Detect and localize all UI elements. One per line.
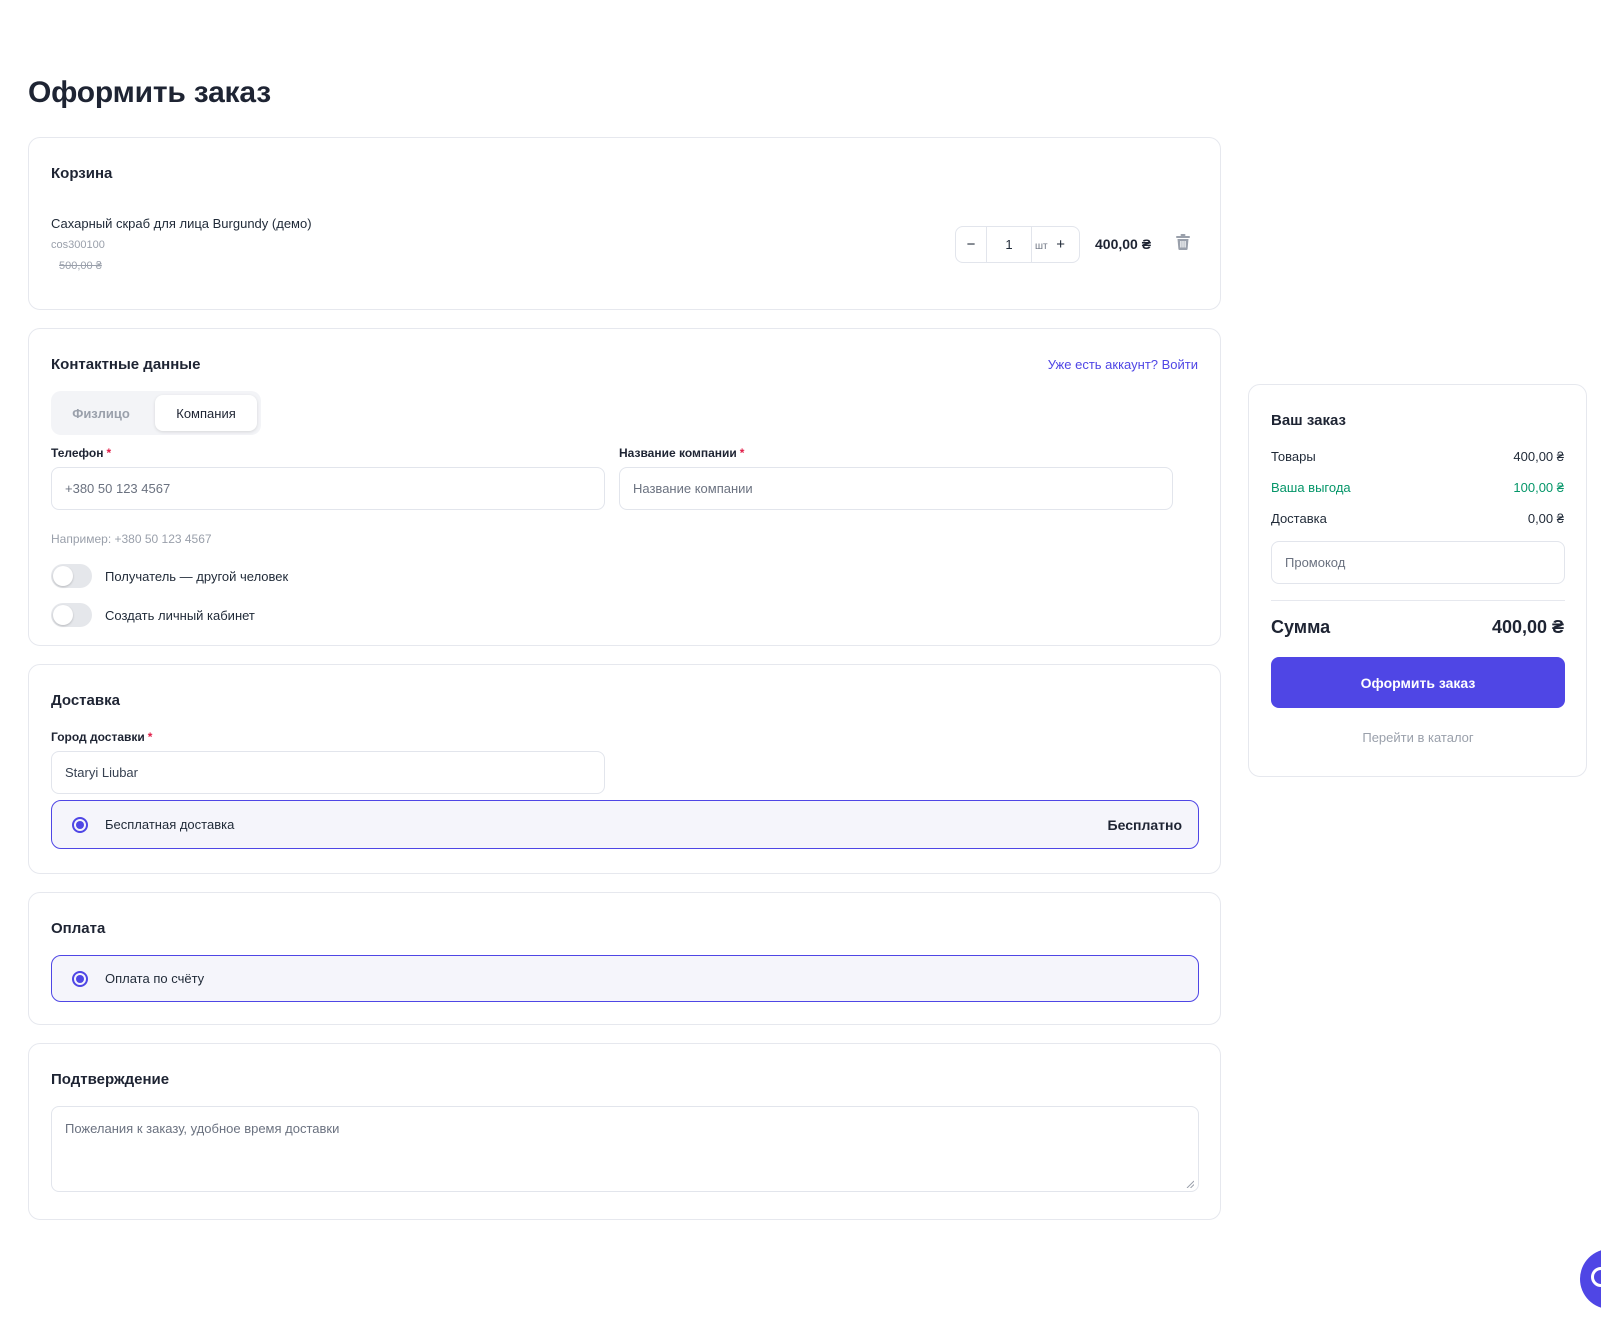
cart-item-price: 400,00 ₴ xyxy=(1095,236,1152,252)
payment-option-label: Оплата по счёту xyxy=(105,971,205,986)
page-title: Оформить заказ xyxy=(28,76,271,109)
summary-savings-value: 100,00 ₴ xyxy=(1513,480,1564,495)
summary-delivery-label: Доставка xyxy=(1271,511,1327,526)
cart-item-old-price: 500,00 ₴ xyxy=(59,260,102,272)
delivery-option-price: Бесплатно xyxy=(1107,816,1182,833)
order-comment-textarea[interactable]: Пожелания к заказу, удобное время достав… xyxy=(51,1106,1199,1192)
cart-item-name: Сахарный скраб для лица Burgundy (демо) xyxy=(51,216,312,231)
create-account-toggle[interactable] xyxy=(51,603,92,627)
recipient-toggle-label: Получатель — другой человек xyxy=(105,568,289,584)
cart-item-sku: cos300100 xyxy=(51,239,105,251)
summary-savings-row: Ваша выгода 100,00 ₴ xyxy=(1271,480,1564,495)
summary-total-label: Сумма xyxy=(1271,617,1331,637)
delivery-title: Доставка xyxy=(51,692,120,709)
tab-company[interactable]: Компания xyxy=(155,395,257,431)
delivery-option-label: Бесплатная доставка xyxy=(105,817,235,832)
radio-selected-icon xyxy=(72,970,88,987)
summary-delivery-value: 0,00 ₴ xyxy=(1527,511,1564,526)
contacts-title: Контактные данные xyxy=(51,356,201,373)
create-account-toggle-label: Создать личный кабинет xyxy=(105,607,255,623)
phone-label: Телефон * xyxy=(51,446,112,460)
contacts-card: Контактные данные Уже есть аккаунт? Войт… xyxy=(28,328,1221,646)
create-account-toggle-row: Создать личный кабинет xyxy=(51,603,255,627)
quantity-stepper: − 1 шт + xyxy=(955,226,1080,263)
summary-divider xyxy=(1271,600,1565,601)
confirmation-card: Подтверждение Пожелания к заказу, удобно… xyxy=(28,1043,1221,1220)
summary-items-value: 400,00 ₴ xyxy=(1513,449,1564,464)
promo-code-input[interactable]: Промокод xyxy=(1271,541,1565,584)
tab-individual[interactable]: Физлицо xyxy=(55,395,147,431)
company-name-input[interactable]: Название компании xyxy=(619,467,1173,510)
quantity-increase-button[interactable]: + xyxy=(1048,227,1074,262)
order-comment-placeholder: Пожелания к заказу, удобное время достав… xyxy=(65,1121,340,1136)
customer-type-switch: Физлицо Компания xyxy=(51,391,261,435)
radio-selected-icon xyxy=(72,816,88,833)
summary-items-row: Товары 400,00 ₴ xyxy=(1271,449,1564,464)
order-summary-card: Ваш заказ Товары 400,00 ₴ Ваша выгода 10… xyxy=(1248,384,1587,777)
catalog-link[interactable]: Перейти в каталог xyxy=(1271,730,1565,745)
company-name-label: Название компании * xyxy=(619,446,745,460)
payment-title: Оплата xyxy=(51,920,106,937)
quantity-input[interactable]: 1 xyxy=(986,227,1032,262)
summary-total-value: 400,00 ₴ xyxy=(1491,617,1564,637)
payment-option-invoice[interactable]: Оплата по счёту xyxy=(51,955,1199,1002)
cart-title: Корзина xyxy=(51,165,113,182)
phone-input[interactable]: +380 50 123 4567 xyxy=(51,467,605,510)
summary-title: Ваш заказ xyxy=(1271,412,1346,429)
quantity-unit: шт xyxy=(1035,240,1048,252)
login-link[interactable]: Уже есть аккаунт? Войти xyxy=(1048,357,1198,372)
confirmation-title: Подтверждение xyxy=(51,1071,170,1088)
recipient-toggle-row: Получатель — другой человек xyxy=(51,564,288,588)
phone-hint: Например: +380 50 123 4567 xyxy=(51,532,212,546)
city-label: Город доставки * xyxy=(51,730,153,744)
summary-savings-label: Ваша выгода xyxy=(1271,480,1351,495)
summary-total-row: Сумма 400,00 ₴ xyxy=(1271,617,1564,638)
chat-icon xyxy=(1591,1267,1601,1287)
submit-order-button[interactable]: Оформить заказ xyxy=(1271,657,1565,708)
summary-delivery-row: Доставка 0,00 ₴ xyxy=(1271,511,1564,526)
summary-items-label: Товары xyxy=(1271,449,1316,464)
payment-card: Оплата Оплата по счёту xyxy=(28,892,1221,1025)
delivery-option-free[interactable]: Бесплатная доставка Бесплатно xyxy=(51,800,1199,849)
chat-button[interactable] xyxy=(1580,1249,1601,1309)
delivery-card: Доставка Город доставки * Staryi Liubar Б… xyxy=(28,664,1221,874)
cart-card: Корзина Сахарный скраб для лица Burgundy… xyxy=(28,137,1221,310)
quantity-decrease-button[interactable]: − xyxy=(956,227,986,262)
recipient-toggle[interactable] xyxy=(51,564,92,588)
trash-icon[interactable] xyxy=(1176,234,1190,250)
city-input[interactable]: Staryi Liubar xyxy=(51,751,605,794)
resize-handle-icon[interactable] xyxy=(1186,1180,1194,1188)
